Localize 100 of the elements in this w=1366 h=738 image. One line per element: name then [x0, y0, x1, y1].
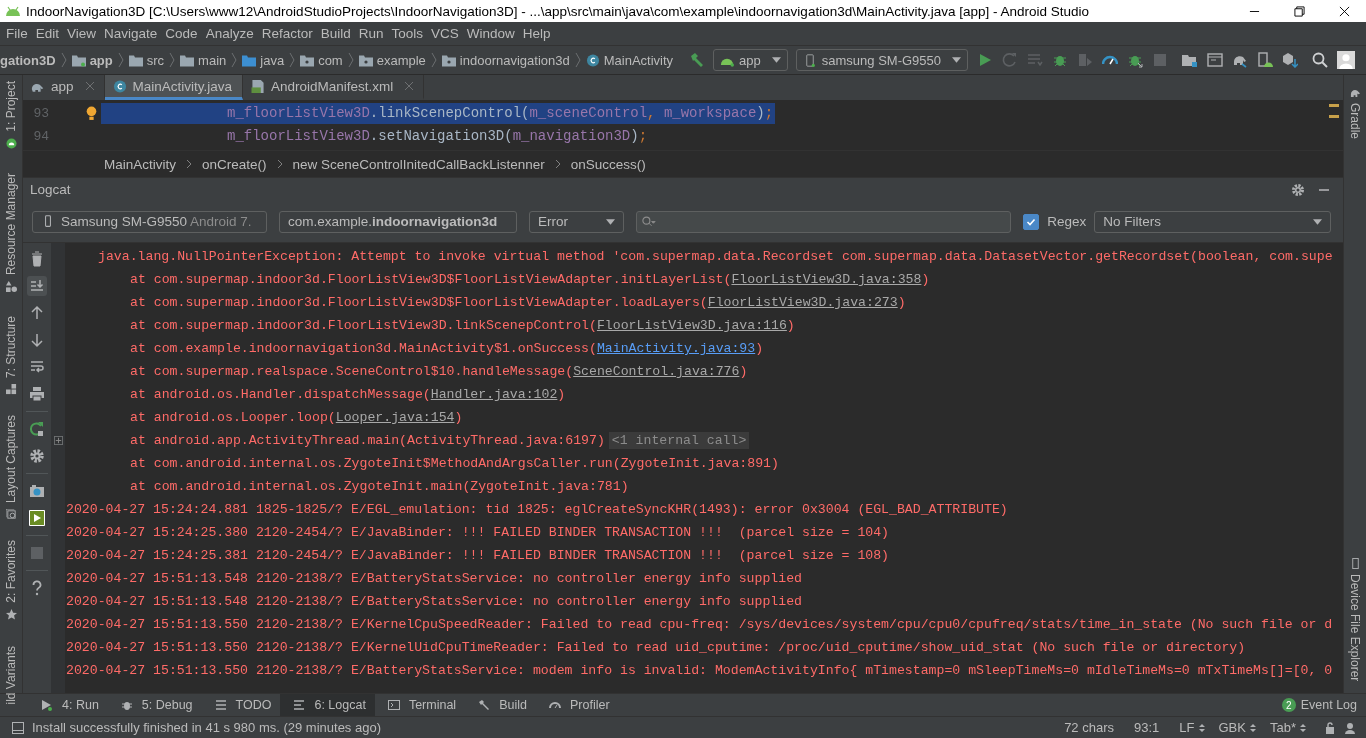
breadcrumb-item[interactable]: app	[89, 52, 113, 68]
status-item[interactable]: 72 chars	[1064, 720, 1114, 735]
menu-item[interactable]: Refactor	[259, 26, 319, 41]
menu-item[interactable]: Tools	[389, 26, 429, 41]
tool-window-tab[interactable]: Profiler	[535, 694, 619, 716]
breadcrumb-item[interactable]: MainActivity	[104, 156, 176, 172]
settings-icon[interactable]	[27, 446, 47, 466]
regex-checkbox[interactable]	[1023, 213, 1040, 230]
line-number: 94	[32, 129, 49, 144]
device-dropdown[interactable]: samsung SM-G9550	[795, 49, 968, 71]
run-icon[interactable]	[977, 52, 993, 68]
menu-item[interactable]: Build	[318, 26, 357, 41]
breadcrumb-item[interactable]: onCreate()	[202, 156, 267, 172]
breadcrumb-item[interactable]: main	[198, 52, 227, 68]
source-link[interactable]: Looper.java:154	[335, 410, 455, 425]
device-dropdown[interactable]: Samsung SM-G9550 Android 7.	[32, 210, 267, 233]
event-log-tab[interactable]: 2 Event Log	[1272, 694, 1366, 716]
source-link[interactable]: MainActivity.java:93	[596, 341, 756, 356]
folded-calls-badge[interactable]: <1 internal call>	[608, 432, 750, 449]
menu-item[interactable]: Code	[163, 26, 204, 41]
log-line: java.lang.NullPointerException: Attempt to invoke virtual method 'com.supermap.data.Recordset com.supermap.data.DatasetVector.getRecordset(boolean, com.supe	[98, 249, 1333, 264]
shapes-icon	[5, 280, 17, 292]
package-folder-icon	[441, 53, 456, 67]
tool-window-tab[interactable]: Terminal	[374, 694, 466, 716]
status-item[interactable]: 93:1	[1134, 720, 1160, 735]
run-config-dropdown[interactable]: app	[713, 49, 788, 71]
menu-item[interactable]: File	[4, 26, 34, 41]
tool-window-tab[interactable]: Device File Explorer	[1348, 573, 1362, 681]
search-field[interactable]	[635, 210, 1012, 233]
breadcrumb-item[interactable]: new SceneControlInitedCallBackListenner	[292, 156, 545, 172]
scroll-to-end-icon[interactable]	[27, 276, 47, 296]
breadcrumb-item[interactable]: com	[318, 52, 343, 68]
cube-arrow-icon[interactable]	[1282, 52, 1298, 68]
tool-window-tab[interactable]: Layout Captures	[4, 414, 18, 503]
source-link[interactable]: FloorListView3D.java:358	[731, 272, 922, 287]
gauge-icon	[548, 699, 561, 711]
source-link[interactable]: FloorListView3D.java:273	[707, 295, 898, 310]
android-icon	[5, 137, 17, 149]
window-icon[interactable]	[1207, 52, 1223, 68]
updown-icon	[1300, 722, 1306, 733]
status-item[interactable]: Tab*	[1269, 720, 1296, 735]
menu-item[interactable]: VCS	[429, 26, 465, 41]
breadcrumb-item[interactable]: src	[146, 52, 165, 68]
tool-window-tab[interactable]: TODO	[201, 694, 281, 716]
warning-marker[interactable]	[1329, 104, 1339, 107]
log-line: 2020-04-27 15:51:13.550 2120-2138/? E/KernelCpuSpeedReader: Failed to read cpu-freq: /sys/devices/system/cpu/cpu0/cpufreq/stats/time_in_state (No such file or d	[66, 617, 1333, 632]
folder-icon	[242, 53, 257, 67]
tool-window-tab[interactable]: 2: Favorites	[4, 539, 18, 603]
menu-item[interactable]: Navigate	[102, 26, 164, 41]
tool-window-tab[interactable]: Gradle	[1348, 103, 1362, 140]
search-icon[interactable]	[1312, 52, 1328, 68]
tool-window-tab[interactable]: 5: Debug	[107, 694, 202, 716]
settings-icon[interactable]	[1291, 182, 1305, 197]
lock-icon[interactable]	[1324, 721, 1336, 734]
panel-toggle-icon[interactable]	[12, 721, 24, 734]
breadcrumb-item[interactable]: onSuccess()	[570, 156, 646, 172]
expand-fold-icon[interactable]	[53, 436, 63, 445]
menu-item[interactable]: View	[65, 26, 103, 41]
source-link[interactable]: Handler.java:102	[430, 387, 558, 402]
tool-window-tab[interactable]: 7: Structure	[4, 315, 18, 378]
log-level-dropdown[interactable]: Error	[529, 210, 624, 233]
menu-item[interactable]: Run	[356, 26, 390, 41]
phone-android-icon[interactable]	[1257, 52, 1273, 68]
close-icon[interactable]	[1339, 5, 1350, 17]
editor-tab[interactable]: MainActivity.java	[104, 75, 244, 100]
tool-window-tab[interactable]: 6: Logcat	[280, 694, 375, 716]
source-link[interactable]: SceneControl.java:776	[573, 364, 740, 379]
tool-window-tab[interactable]: Build	[465, 694, 536, 716]
hammer-icon[interactable]	[689, 52, 706, 68]
tool-window-tab[interactable]: 1: Project	[4, 81, 18, 132]
log-line: at android.os.Handler.dispatchMessage(Handler.java:102)	[130, 387, 566, 402]
menu-item[interactable]: Edit	[33, 26, 66, 41]
source-link[interactable]: FloorListView3D.java:116	[596, 318, 787, 333]
chevron-icon	[347, 51, 354, 69]
class-icon	[585, 53, 600, 67]
menu-item[interactable]: Analyze	[203, 26, 260, 41]
tool-window-tab[interactable]: Resource Manager	[4, 172, 18, 275]
updown-icon	[1249, 722, 1256, 733]
filter-dropdown[interactable]: No Filters	[1094, 210, 1331, 233]
lightbulb-icon[interactable]	[86, 106, 97, 121]
package-dropdown[interactable]: com.example.indoornavigation3d	[279, 210, 517, 233]
breadcrumb-item[interactable]: indoornavigation3d	[459, 52, 570, 68]
restore-icon[interactable]	[1294, 5, 1305, 17]
tool-window-tab[interactable]: 4: Run	[28, 694, 108, 716]
printer-icon[interactable]	[27, 384, 47, 404]
folder-grid-icon[interactable]	[1182, 52, 1198, 68]
log-line: at com.supermap.realspace.SceneControl$10.handleMessage(SceneControl.java:776)	[130, 364, 748, 379]
status-item[interactable]: LF	[1179, 720, 1195, 735]
inspector-icon[interactable]	[1344, 721, 1356, 734]
breadcrumb-item[interactable]: MainActivity	[603, 52, 674, 68]
status-item[interactable]: GBK	[1218, 720, 1246, 735]
breadcrumb-item[interactable]: java	[260, 52, 285, 68]
screen-record-icon[interactable]	[27, 508, 47, 528]
breadcrumb-item[interactable]: example	[376, 52, 426, 68]
run-icon	[41, 699, 53, 711]
menu-item[interactable]: Help	[520, 26, 557, 41]
tool-window-tab[interactable]: ild Variants	[4, 645, 18, 705]
menu-item[interactable]: Window	[464, 26, 521, 41]
breadcrumb-item[interactable]: gation3D	[0, 52, 56, 68]
warning-marker[interactable]	[1329, 115, 1339, 118]
